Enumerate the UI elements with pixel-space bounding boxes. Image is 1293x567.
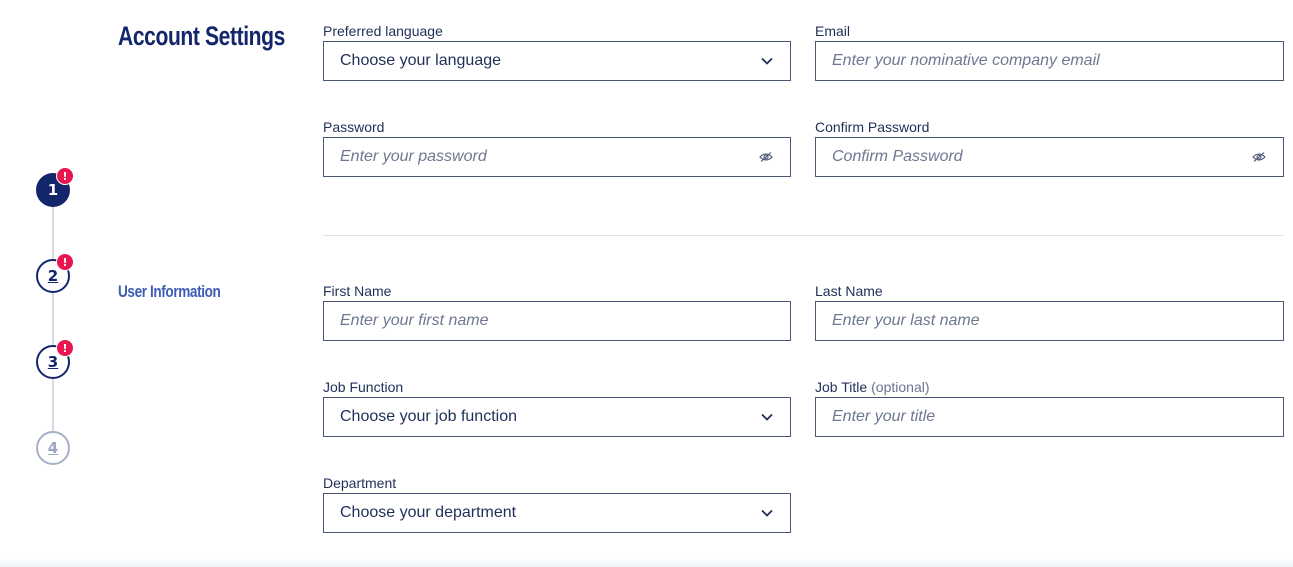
select-value: Choose your department <box>340 504 517 521</box>
password-input[interactable]: Enter your password <box>323 137 791 177</box>
select-value: Choose your job function <box>340 408 517 425</box>
account-settings-page: 1 ! 2 ! 3 ! 4 Account Settings User Info… <box>0 0 1293 567</box>
last-name-field: Last Name Enter your last name <box>815 281 1284 341</box>
input-placeholder: Enter your last name <box>832 312 980 329</box>
select-value: Choose your language <box>340 52 502 69</box>
language-select[interactable]: Choose your language <box>323 41 791 81</box>
email-input[interactable]: Enter your nominative company email <box>815 41 1284 81</box>
chevron-down-icon <box>760 54 774 68</box>
job-title-field: Job Title (optional) Enter your title <box>815 377 1284 437</box>
step-connector <box>52 379 54 431</box>
field-label: Password <box>323 119 385 135</box>
chevron-down-icon <box>760 410 774 424</box>
step-number: 3 <box>47 353 59 371</box>
field-label: First Name <box>323 283 392 299</box>
field-label: Job Title (optional) <box>815 377 1284 397</box>
confirm-password-field: Confirm Password Confirm Password <box>815 117 1284 177</box>
step-connector <box>52 293 54 345</box>
input-placeholder: Enter your first name <box>340 312 489 329</box>
optional-tag: (optional) <box>871 379 930 395</box>
job-title-input[interactable]: Enter your title <box>815 397 1284 437</box>
alert-icon: ! <box>56 253 74 271</box>
alert-icon: ! <box>56 167 74 185</box>
section-title-account-settings: Account Settings <box>118 21 285 51</box>
input-placeholder: Enter your password <box>340 148 487 165</box>
password-field: Password Enter your password <box>323 117 791 177</box>
field-label: Email <box>815 23 851 39</box>
field-label: Department <box>323 475 397 491</box>
alert-icon: ! <box>56 339 74 357</box>
job-function-field: Job Function Choose your job function <box>323 377 791 437</box>
job-title-label: Job Title <box>815 379 868 395</box>
input-placeholder: Enter your nominative company email <box>832 52 1100 69</box>
email-field: Email Enter your nominative company emai… <box>815 21 1284 81</box>
step-4[interactable]: 4 <box>36 431 70 465</box>
job-function-select[interactable]: Choose your job function <box>323 397 791 437</box>
first-name-field: First Name Enter your first name <box>323 281 791 341</box>
eye-off-icon[interactable] <box>758 150 774 164</box>
section-divider <box>323 235 1284 236</box>
chevron-down-icon <box>760 506 774 520</box>
first-name-input[interactable]: Enter your first name <box>323 301 791 341</box>
field-label: Confirm Password <box>815 119 930 135</box>
input-placeholder: Enter your title <box>832 408 936 425</box>
section-title-user-information: User Information <box>118 282 221 301</box>
step-number: 4 <box>47 439 59 457</box>
preferred-language-field: Preferred language Choose your language <box>323 21 791 81</box>
input-placeholder: Confirm Password <box>832 148 963 165</box>
confirm-password-input[interactable]: Confirm Password <box>815 137 1284 177</box>
step-number: 1 <box>47 181 59 199</box>
step-connector <box>52 207 54 259</box>
last-name-input[interactable]: Enter your last name <box>815 301 1284 341</box>
eye-off-icon[interactable] <box>1251 150 1267 164</box>
field-label: Preferred language <box>323 23 443 39</box>
department-field: Department Choose your department <box>323 473 791 533</box>
department-select[interactable]: Choose your department <box>323 493 791 533</box>
field-label: Job Function <box>323 379 404 395</box>
step-number: 2 <box>47 267 59 285</box>
field-label: Last Name <box>815 283 883 299</box>
bottom-shadow <box>0 559 1293 567</box>
